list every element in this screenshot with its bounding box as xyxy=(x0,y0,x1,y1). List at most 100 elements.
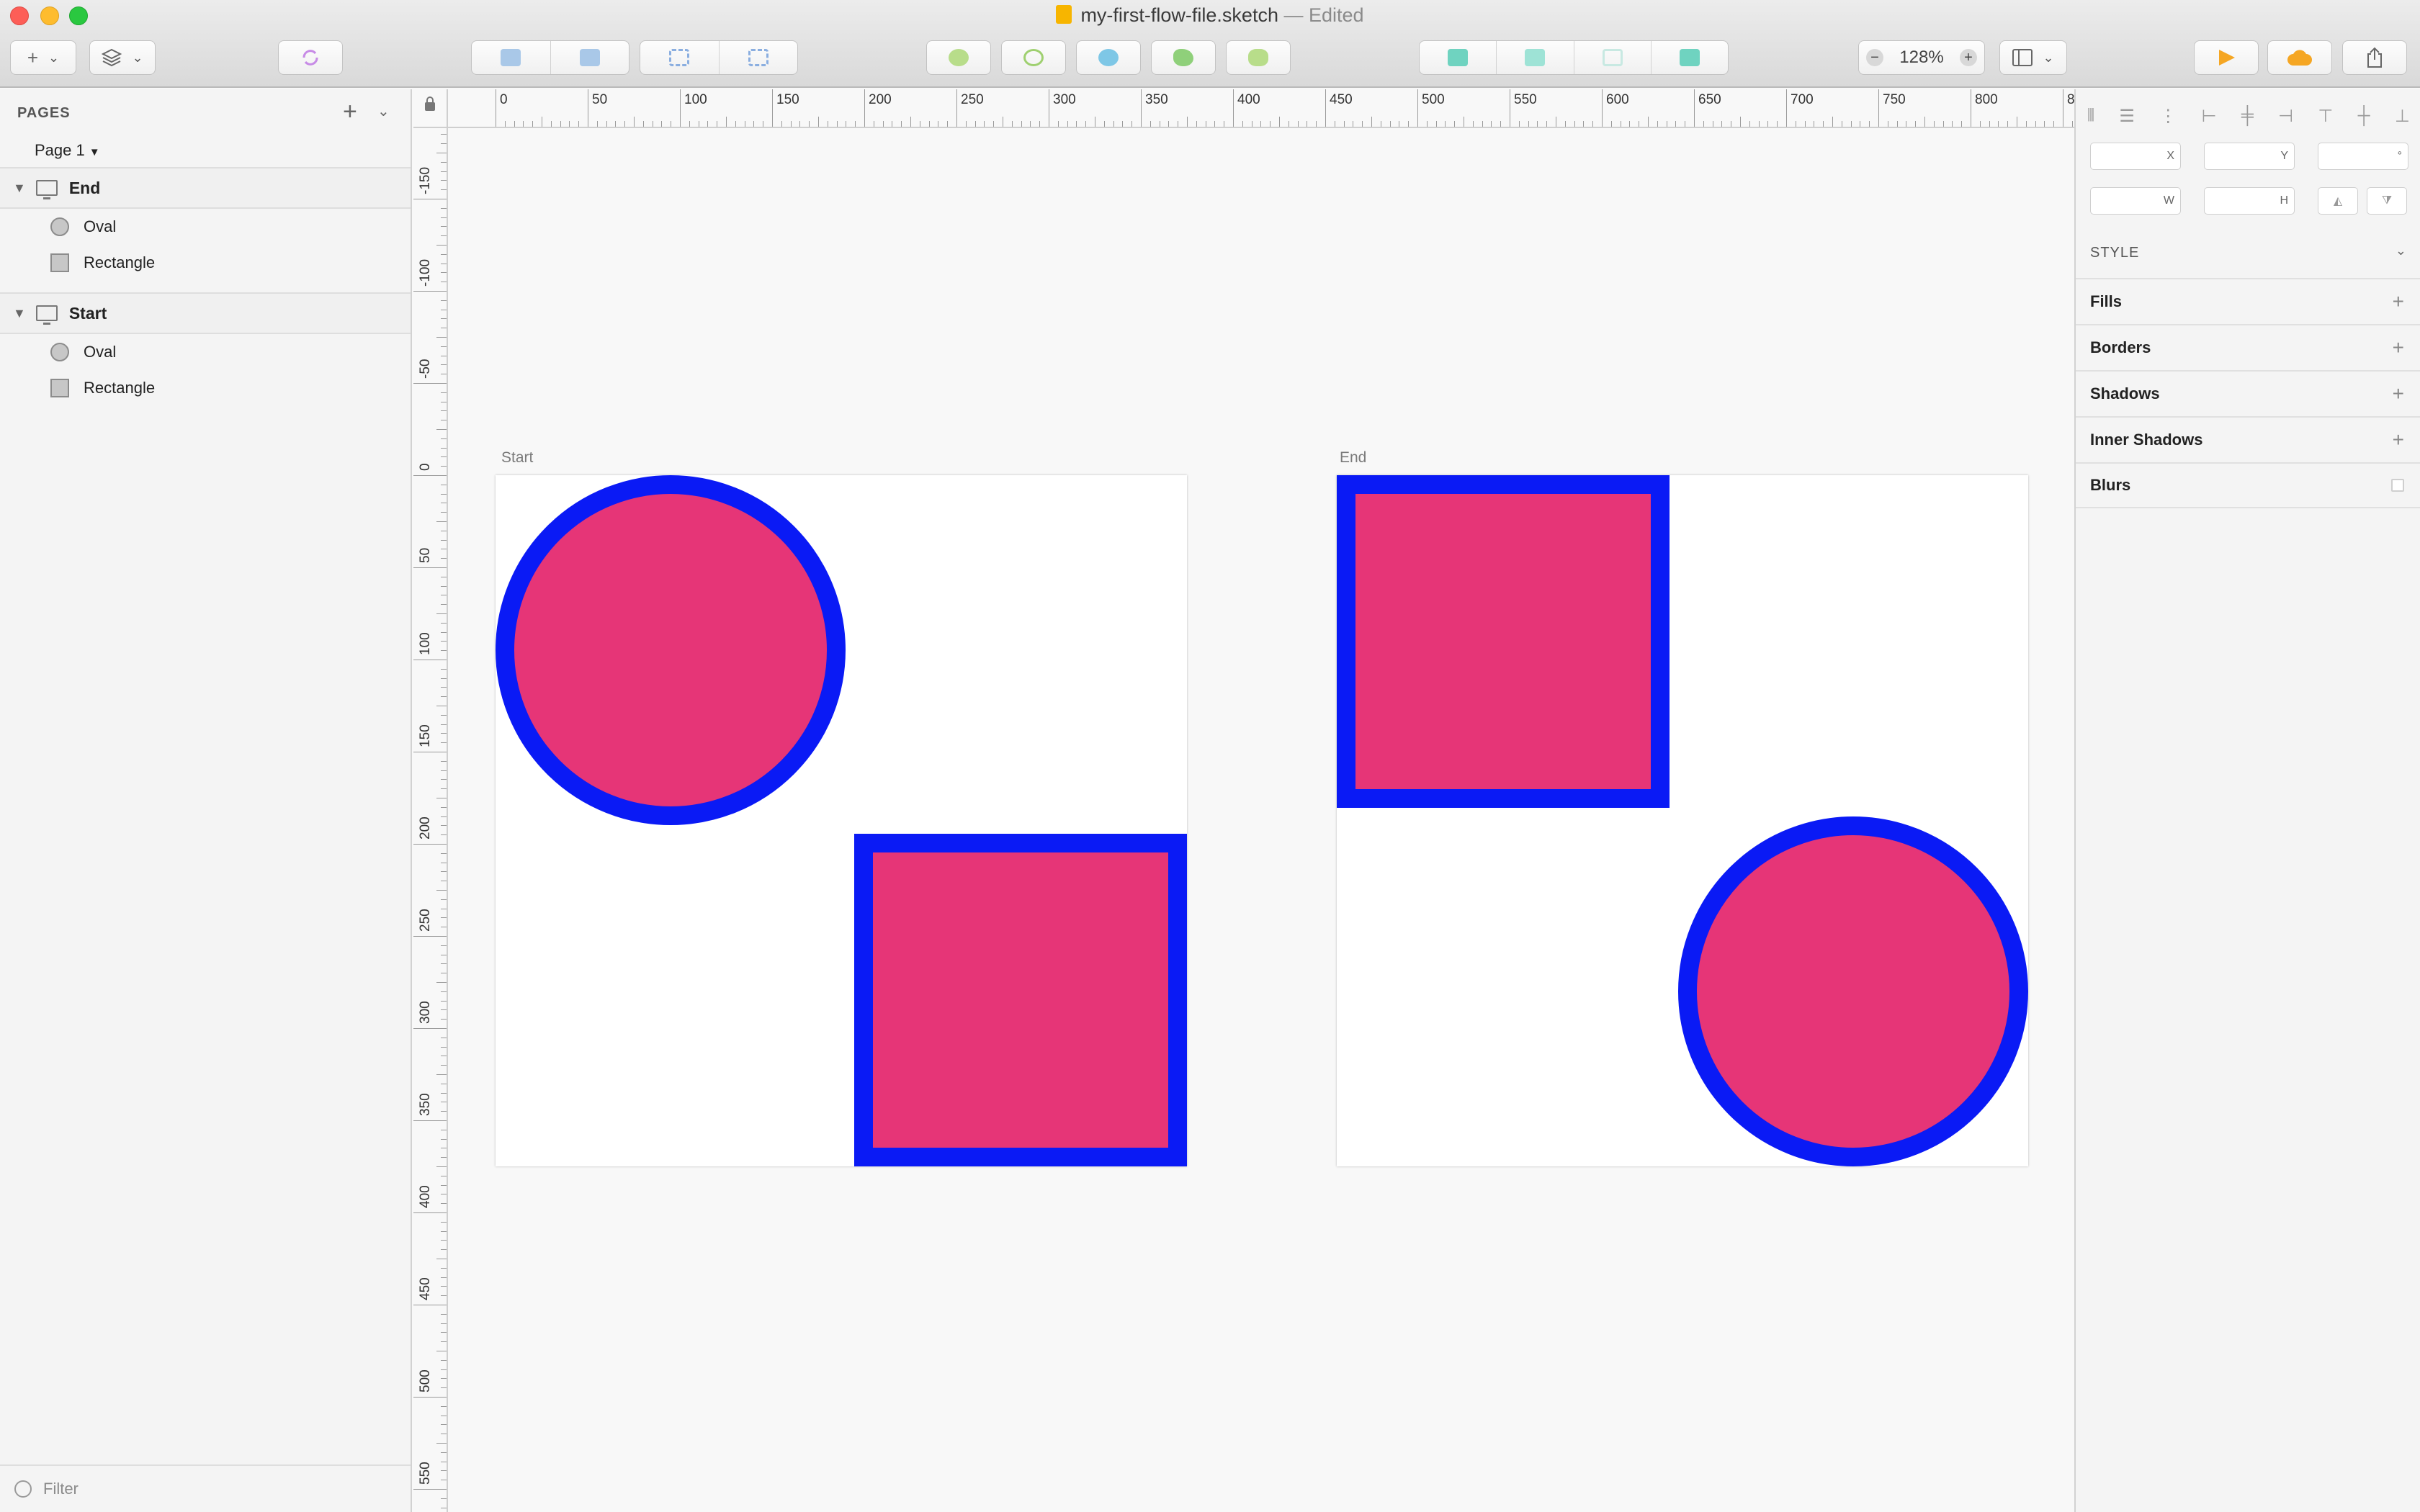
style-header[interactable]: STYLE ⌄ xyxy=(2090,243,2413,261)
ruler-minor-tick xyxy=(441,1019,447,1020)
y-field[interactable]: Y xyxy=(2204,143,2295,170)
align-middle-icon[interactable]: ┼ xyxy=(2358,106,2370,126)
add-fill-button[interactable]: + xyxy=(2393,290,2404,313)
distribute-horizontal-icon[interactable]: ⫴ xyxy=(2087,106,2094,126)
ruler-minor-tick xyxy=(436,613,447,614)
create-symbol-button[interactable] xyxy=(278,40,343,75)
add-shadow-button[interactable]: + xyxy=(2393,382,2404,405)
ruler-minor-tick xyxy=(441,1277,447,1278)
ruler-minor-tick xyxy=(441,456,447,458)
window-title: my-first-flow-file.sketch — Edited xyxy=(0,4,2420,27)
disclosure-triangle-icon[interactable]: ▼ xyxy=(13,306,26,321)
add-border-button[interactable]: + xyxy=(2393,336,2404,359)
layer-row-oval[interactable]: Oval xyxy=(0,209,411,245)
ruler-minor-tick xyxy=(1610,121,1612,127)
collapse-pages-button[interactable]: ⌄ xyxy=(377,102,390,120)
align-center-icon[interactable]: ╪ xyxy=(2241,106,2254,126)
transform-icon xyxy=(1023,49,1044,66)
zoom-out-button[interactable]: − xyxy=(1866,49,1883,66)
ungroup-button[interactable] xyxy=(720,41,798,74)
x-field[interactable]: X xyxy=(2090,143,2181,170)
ruler-minor-tick xyxy=(1242,121,1243,127)
mask-button[interactable] xyxy=(1226,40,1291,75)
lock-icon[interactable] xyxy=(425,96,435,111)
disclosure-triangle-icon[interactable]: ▼ xyxy=(13,181,26,196)
end-rectangle[interactable] xyxy=(1337,475,1670,808)
inner-shadows-section[interactable]: Inner Shadows + xyxy=(2076,416,2420,462)
ruler-label: 350 xyxy=(1145,92,1168,107)
start-oval[interactable] xyxy=(496,475,846,825)
backward-button[interactable] xyxy=(551,41,629,74)
flatten-button[interactable] xyxy=(1151,40,1216,75)
height-field[interactable]: H xyxy=(2204,187,2295,215)
flip-vertical-button[interactable]: ⧩ xyxy=(2367,187,2407,215)
view-layout-icon xyxy=(2012,49,2033,66)
width-field[interactable]: W xyxy=(2090,187,2181,215)
ruler-label: 550 xyxy=(418,1462,433,1485)
ruler-minor-tick xyxy=(441,678,447,679)
share-icon xyxy=(2367,47,2382,68)
fills-section[interactable]: Fills + xyxy=(2076,278,2420,324)
view-menu-button[interactable]: ⌄ xyxy=(1999,40,2067,75)
flip-horizontal-button[interactable]: ◭ xyxy=(2318,187,2358,215)
transform-button[interactable] xyxy=(1001,40,1066,75)
align-left-icon[interactable]: ⊢ xyxy=(2202,106,2217,127)
canvas[interactable]: 0 50 100 150 200 250 300 350 400 450 500 550 600 650 7… xyxy=(413,89,2074,1512)
distribute-vertical-icon[interactable]: ☰ xyxy=(2119,106,2135,127)
shadows-section[interactable]: Shadows + xyxy=(2076,370,2420,416)
intersect-button[interactable] xyxy=(1574,41,1652,74)
preview-button[interactable] xyxy=(2194,40,2259,75)
align-top-icon[interactable]: ⊤ xyxy=(2318,106,2333,127)
layer-filter[interactable]: Filter xyxy=(0,1464,411,1512)
zoom-in-button[interactable]: + xyxy=(1959,49,1977,66)
layer-row-rectangle[interactable]: Rectangle xyxy=(0,245,411,281)
forward-button[interactable] xyxy=(472,41,551,74)
vertical-ruler[interactable]: -150 -100 -50 0 50 100 150 200 250 300 350 400 450 50… xyxy=(413,128,448,1512)
horizontal-ruler[interactable]: 0 50 100 150 200 250 300 350 400 450 500 550 600 650 7… xyxy=(448,89,2074,128)
cloud-button[interactable] xyxy=(2267,40,2332,75)
ruler-label: 700 xyxy=(1791,92,1814,107)
ruler-minor-tick xyxy=(1371,117,1372,127)
union-button[interactable] xyxy=(1420,41,1497,74)
ruler-minor-tick xyxy=(578,121,580,127)
artboard-row-end[interactable]: ▼ End xyxy=(0,167,411,209)
more-options-icon[interactable]: ⋮ xyxy=(2159,106,2177,127)
layer-row-rectangle[interactable]: Rectangle xyxy=(0,370,411,406)
add-inner-shadow-button[interactable]: + xyxy=(2393,428,2404,451)
rotation-field[interactable]: ° xyxy=(2318,143,2408,170)
borders-section[interactable]: Borders + xyxy=(2076,324,2420,370)
start-rectangle[interactable] xyxy=(854,834,1187,1166)
layer-row-oval[interactable]: Oval xyxy=(0,334,411,370)
ruler-major-tick xyxy=(956,89,957,127)
ruler-minor-tick xyxy=(441,1378,447,1380)
insert-button[interactable]: + ⌄ xyxy=(10,40,76,75)
ruler-minor-tick xyxy=(441,1111,447,1112)
zoom-level[interactable]: 128% xyxy=(1899,48,1943,68)
blurs-section[interactable]: Blurs xyxy=(2076,462,2420,508)
ruler-minor-tick xyxy=(441,1249,447,1251)
align-bottom-icon[interactable]: ⊥ xyxy=(2395,106,2410,127)
arrange-group xyxy=(471,40,629,75)
artboard-row-start[interactable]: ▼ Start xyxy=(0,292,411,334)
export-button[interactable] xyxy=(2342,40,2407,75)
align-right-icon[interactable]: ⊣ xyxy=(2278,106,2293,127)
artboard-end[interactable] xyxy=(1337,475,2028,1166)
ruler-minor-tick xyxy=(1850,121,1852,127)
end-oval[interactable] xyxy=(1678,816,2028,1166)
artboard-label-start[interactable]: Start xyxy=(501,449,533,467)
difference-button[interactable] xyxy=(1652,41,1728,74)
subtract-button[interactable] xyxy=(1497,41,1574,74)
ruler-label: 0 xyxy=(500,92,508,107)
ruler-major-tick xyxy=(864,89,865,127)
group-button[interactable] xyxy=(640,41,720,74)
artboard-start[interactable] xyxy=(496,475,1187,1166)
ruler-minor-tick xyxy=(441,189,447,191)
add-page-button[interactable]: + xyxy=(343,98,357,126)
rotate-copies-button[interactable] xyxy=(1076,40,1141,75)
page-selector[interactable]: Page 1 ▼ xyxy=(35,141,100,160)
layers-menu-button[interactable]: ⌄ xyxy=(89,40,156,75)
ruler-minor-tick xyxy=(441,300,447,301)
edit-button[interactable] xyxy=(926,40,991,75)
blur-checkbox[interactable] xyxy=(2391,479,2404,492)
artboard-label-end[interactable]: End xyxy=(1340,449,1366,467)
